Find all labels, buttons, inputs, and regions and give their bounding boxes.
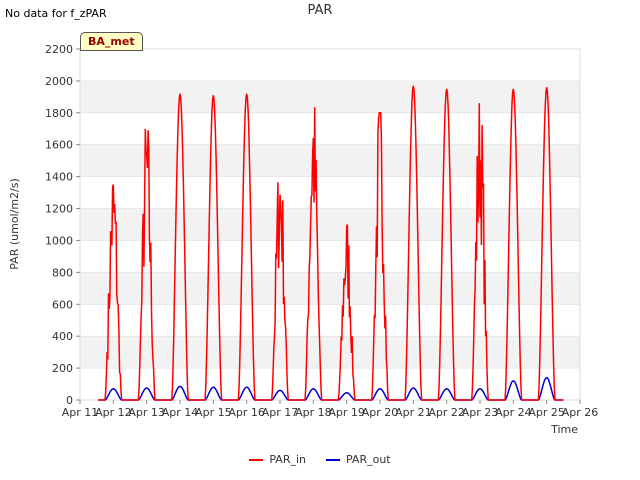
grid-band: [80, 208, 580, 241]
par-chart: 0200400600800100012001400160018002000220…: [8, 43, 599, 436]
y-tick-label: 400: [52, 330, 73, 343]
x-axis: Apr 11Apr 12Apr 13Apr 14Apr 15Apr 16Apr …: [62, 400, 599, 419]
grid-bands: [79, 48, 581, 401]
y-tick-label: 1800: [45, 107, 73, 120]
y-tick-label: 800: [52, 266, 73, 279]
y-axis: 0200400600800100012001400160018002000220…: [45, 43, 80, 407]
y-tick-label: 600: [52, 298, 73, 311]
y-axis-label: PAR (umol/m2/s): [8, 178, 21, 270]
grid-band: [80, 272, 580, 305]
grid-band: [80, 144, 580, 177]
x-tick-label: Apr 15: [195, 406, 232, 419]
y-tick-label: 2200: [45, 43, 73, 56]
legend-swatch-par-in: [249, 458, 264, 461]
y-tick-label: 200: [52, 362, 73, 375]
x-tick-label: Apr 13: [128, 406, 165, 419]
y-tick-label: 2000: [45, 75, 73, 88]
x-tick-label: Apr 22: [428, 406, 465, 419]
x-tick-label: Apr 20: [362, 406, 399, 419]
x-tick-label: Apr 23: [462, 406, 499, 419]
x-tick-label: Apr 24: [495, 406, 532, 419]
legend-swatch-par-out: [326, 458, 340, 461]
x-tick-label: Apr 18: [295, 406, 332, 419]
legend: PAR_in PAR_out: [0, 453, 640, 466]
y-tick-label: 1600: [45, 139, 73, 152]
x-tick-label: Apr 17: [262, 406, 299, 419]
x-tick-label: Apr 19: [328, 406, 365, 419]
legend-label-par-out: PAR_out: [346, 453, 391, 466]
y-tick-label: 1400: [45, 171, 73, 184]
site-badge: BA_met: [80, 32, 143, 51]
y-tick-label: 1000: [45, 234, 73, 247]
grid-band: [80, 336, 580, 369]
x-tick-label: Apr 25: [528, 406, 565, 419]
y-tick-label: 1200: [45, 203, 73, 216]
grid-band: [80, 80, 580, 113]
x-axis-label: Time: [550, 423, 578, 436]
x-tick-label: Apr 16: [228, 406, 265, 419]
legend-item-par-out: PAR_out: [326, 453, 391, 466]
x-tick-label: Apr 21: [395, 406, 432, 419]
legend-item-par-in: PAR_in: [249, 453, 306, 466]
x-tick-label: Apr 11: [62, 406, 99, 419]
x-tick-label: Apr 14: [162, 406, 199, 419]
legend-label-par-in: PAR_in: [269, 453, 306, 466]
x-tick-label: Apr 26: [562, 406, 599, 419]
x-tick-label: Apr 12: [95, 406, 132, 419]
